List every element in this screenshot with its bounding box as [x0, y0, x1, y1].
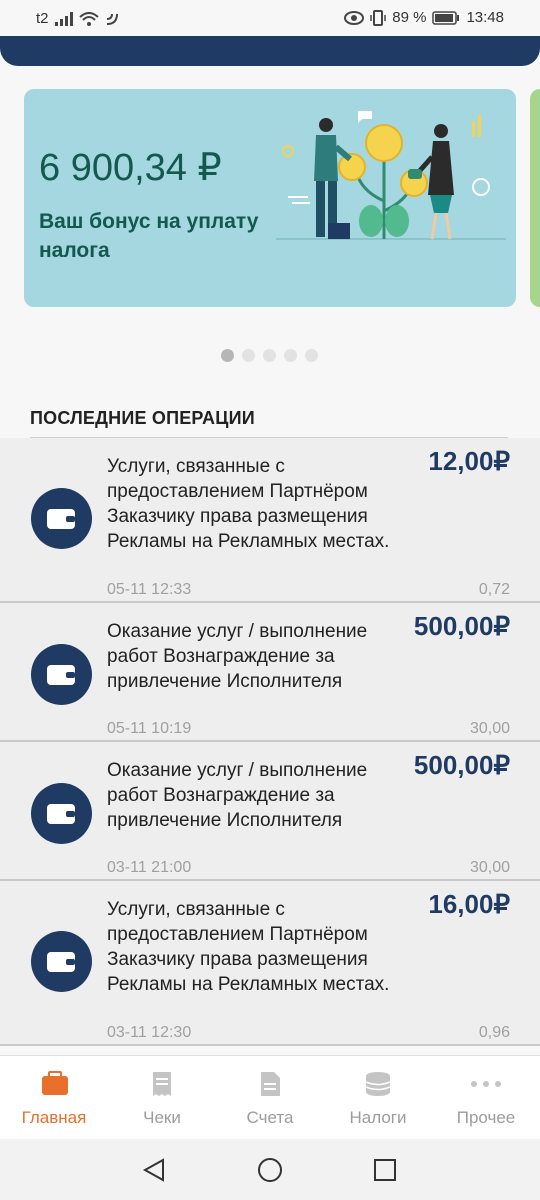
operation-date: 03-11 12:30	[107, 1024, 192, 1041]
wallet-icon	[31, 783, 92, 844]
operation-amount: 500,00₽	[413, 750, 510, 780]
battery-icon	[432, 10, 460, 25]
carrier-label: t2	[36, 10, 49, 27]
operation-amount: 12,00₽	[428, 446, 510, 476]
clock: 13:48	[466, 9, 504, 26]
wallet-icon	[31, 931, 92, 992]
operation-date: 05-11 10:19	[107, 720, 192, 737]
wifi-icon	[78, 11, 99, 26]
recents-icon[interactable]	[372, 1157, 398, 1183]
home-icon[interactable]	[257, 1157, 283, 1183]
operation-description: Услуги, связанные с предоставлением Парт…	[107, 456, 390, 552]
nav-label-more: Прочее	[456, 1108, 516, 1127]
business-growth-illustration	[276, 111, 506, 240]
nfc-icon	[106, 13, 118, 25]
nav-item-more[interactable]: Прочее	[432, 1070, 540, 1128]
back-icon[interactable]	[141, 1157, 167, 1183]
status-bar: t2 89 % 13:48	[0, 0, 540, 36]
receipt-icon	[153, 1072, 171, 1096]
operation-fee: 0,72	[478, 581, 510, 598]
operation-description: Услуги, связанные с предоставлением Парт…	[107, 899, 390, 995]
nav-item-taxes[interactable]: Налоги	[324, 1070, 432, 1128]
document-icon	[261, 1072, 280, 1096]
bottom-navigation: Главная Чеки Счета Налоги Прочее	[0, 1055, 540, 1140]
next-banner-peek[interactable]	[530, 89, 540, 307]
operation-fee: 30,00	[469, 720, 510, 737]
nav-label-home: Главная	[21, 1108, 87, 1127]
operation-description: Оказание услуг / выполнение работ Вознаг…	[107, 760, 368, 831]
nav-item-receipts[interactable]: Чеки	[108, 1070, 216, 1128]
operation-fee: 30,00	[469, 859, 510, 876]
carousel-dot-2[interactable]	[242, 349, 255, 362]
carousel-dot-4[interactable]	[284, 349, 297, 362]
nav-label-accounts: Счета	[246, 1108, 294, 1127]
bonus-amount: 6 900,34 ₽	[39, 147, 222, 189]
nav-label-receipts: Чеки	[143, 1108, 181, 1127]
wallet-icon	[31, 644, 92, 705]
operation-item[interactable]: Услуги, связанные с предоставлением Парт…	[0, 881, 540, 1046]
operation-amount: 500,00₽	[413, 611, 510, 641]
carousel-dot-1[interactable]	[221, 349, 234, 362]
operation-item[interactable]: Оказание услуг / выполнение работ Вознаг…	[0, 603, 540, 742]
operation-date: 05-11 12:33	[107, 581, 192, 598]
vibrate-icon	[370, 9, 386, 26]
section-title: ПОСЛЕДНИЕ ОПЕРАЦИИ	[30, 408, 255, 428]
carousel-dot-5[interactable]	[305, 349, 318, 362]
operation-item[interactable]: Услуги, связанные с предоставлением Парт…	[0, 438, 540, 603]
briefcase-icon	[42, 1071, 68, 1095]
top-app-bar	[0, 36, 540, 66]
nav-item-home[interactable]: Главная	[0, 1070, 108, 1128]
operation-date: 03-11 21:00	[107, 859, 192, 876]
operation-fee: 0,96	[478, 1024, 510, 1041]
operation-description: Оказание услуг / выполнение работ Вознаг…	[107, 621, 368, 692]
coins-icon	[365, 1072, 391, 1096]
carousel-indicator	[221, 349, 318, 362]
carousel-dot-3[interactable]	[263, 349, 276, 362]
bonus-banner[interactable]: 6 900,34 ₽ Ваш бонус на уплату налога	[24, 89, 516, 307]
system-navigation-bar	[0, 1139, 540, 1200]
battery-percent: 89 %	[392, 9, 427, 26]
wallet-icon	[31, 488, 92, 549]
operations-list: Услуги, связанные с предоставлением Парт…	[0, 438, 540, 1046]
more-icon	[471, 1081, 501, 1087]
nav-label-taxes: Налоги	[349, 1108, 407, 1127]
operation-amount: 16,00₽	[428, 889, 510, 919]
nav-item-accounts[interactable]: Счета	[216, 1070, 324, 1128]
signal-icon	[54, 11, 73, 26]
eye-icon	[344, 10, 365, 25]
operation-item[interactable]: Оказание услуг / выполнение работ Вознаг…	[0, 742, 540, 881]
bonus-text: Ваш бонус на уплату налога	[39, 210, 259, 262]
